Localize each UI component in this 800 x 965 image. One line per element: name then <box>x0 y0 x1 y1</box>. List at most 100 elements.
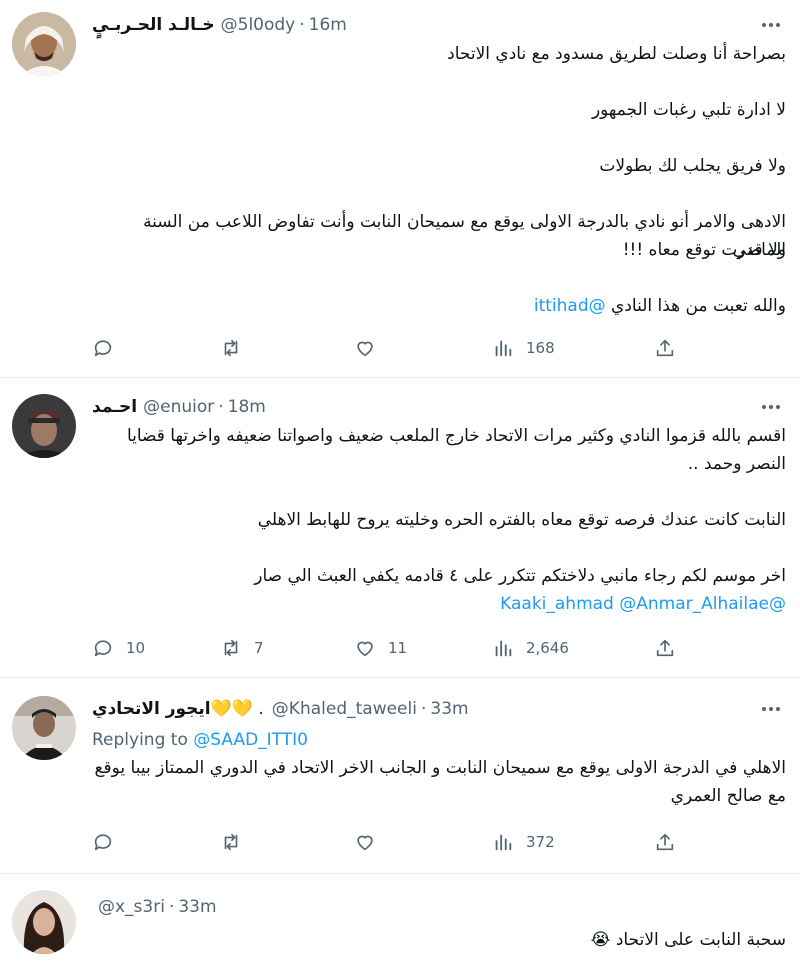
separator-dot: · <box>168 897 175 917</box>
tweet-text: اقسم بالله قزموا النادي وكثير مرات الاتح… <box>92 422 786 618</box>
replying-label: Replying to <box>92 730 188 750</box>
tweet-line <box>92 534 786 562</box>
like-button[interactable]: 11 <box>354 634 407 662</box>
tweet-line <box>92 264 786 292</box>
mention-link[interactable]: @ittihad <box>534 296 606 316</box>
separator-dot: · <box>299 15 305 35</box>
tweet-header: احـمد @enuior · 18m <box>92 394 744 420</box>
reply-icon <box>94 340 112 357</box>
tweet-line: الاهلي في الدرجة الاولى يوقع مع سميحان ا… <box>94 758 786 778</box>
replying-to: Replying to @SAAD_ITTI0 <box>92 726 786 754</box>
like-button[interactable] <box>354 334 388 362</box>
separator-dot: · <box>218 397 224 417</box>
tweet-line <box>92 180 786 208</box>
share-button[interactable] <box>654 828 676 856</box>
share-icon <box>656 639 674 657</box>
tweet-header: خـالـد الحـربـيٍ @5l0ody · 16m <box>92 12 744 38</box>
reply-button[interactable] <box>92 334 126 362</box>
tweet-line-text: والله تعبت من هذا النادي <box>611 296 786 316</box>
tweet-line: النابت كانت عندك فرصه توقع معاه بالفتره … <box>257 510 786 530</box>
tweet[interactable]: @x_s3ri · 33m سحبة النابت على الاتحاد 😭 <box>0 874 800 965</box>
reply-icon <box>94 640 112 657</box>
timestamp[interactable]: 18m <box>228 397 266 417</box>
retweet-icon <box>224 639 238 657</box>
more-icon[interactable] <box>756 13 786 37</box>
replying-handle[interactable]: @SAAD_ITTI0 <box>193 730 308 750</box>
share-button[interactable] <box>654 634 676 662</box>
tweet-header: @x_s3ri · 33m <box>92 894 744 920</box>
reply-button[interactable]: 10 <box>92 634 145 662</box>
display-name[interactable]: احـمد <box>92 397 137 417</box>
tweet-line <box>92 478 786 506</box>
tweet[interactable]: احـمد @enuior · 18m اقسم بالله قزموا الن… <box>0 378 800 678</box>
avatar[interactable] <box>12 890 76 954</box>
views-count: 2,646 <box>526 639 569 657</box>
tweet[interactable]: ايجور الاتحادي 💛💛 . @Khaled_taweeli · 33… <box>0 678 800 874</box>
share-icon <box>656 339 674 357</box>
display-name[interactable]: ايجور الاتحادي <box>92 699 211 719</box>
reply-count: 10 <box>126 639 146 657</box>
views-button[interactable]: 2,646 <box>492 634 569 662</box>
tweet-line: سحبة النابت على الاتحاد 😭 <box>590 930 786 950</box>
handle[interactable]: @x_s3ri <box>98 897 165 917</box>
like-icon <box>357 341 373 357</box>
tweet-line: اخر موسم لكم رجاء مانبي دلاختكم تتكرر عل… <box>254 566 786 586</box>
heart-emoji: 💛💛 . <box>210 699 264 719</box>
reply-button[interactable] <box>92 828 126 856</box>
tweet-line: بصراحة أنا وصلت لطريق مسدود مع نادي الات… <box>447 44 786 64</box>
like-icon <box>357 835 373 851</box>
views-count: 168 <box>526 339 555 357</box>
tweet-text: Replying to @SAAD_ITTI0 الاهلي في الدرجة… <box>92 726 786 810</box>
retweet-icon <box>224 339 238 357</box>
mention-links[interactable]: @Kaaki_ahmad @Anmar_Alhailae <box>92 590 786 618</box>
tweet-line: النصر وحمد .. <box>687 454 786 474</box>
tweet[interactable]: خـالـد الحـربـيٍ @5l0ody · 16m بصراحة أن… <box>0 0 800 378</box>
handle[interactable]: @5l0ody <box>221 15 296 35</box>
retweet-icon <box>224 833 238 851</box>
reply-icon <box>94 834 112 851</box>
avatar-image <box>12 696 76 760</box>
like-icon <box>357 641 373 657</box>
tweet-line: ولا فريق يجلب لك بطولات <box>599 156 786 176</box>
views-count: 372 <box>526 833 555 851</box>
views-icon <box>495 834 512 851</box>
tweet-text: سحبة النابت على الاتحاد 😭 <box>92 926 786 954</box>
timestamp[interactable]: 16m <box>309 15 347 35</box>
tweet-line: والله تعبت من هذا النادي @ittihad <box>92 292 786 320</box>
separator-dot: · <box>420 699 427 719</box>
like-count: 11 <box>388 639 408 657</box>
display-name[interactable]: خـالـد الحـربـيٍ <box>92 15 215 35</box>
retweet-button[interactable] <box>220 334 254 362</box>
tweet-line: الادهى والامر أنو نادي بالدرجة الاولى يو… <box>143 212 786 260</box>
views-button[interactable]: 168 <box>492 334 555 362</box>
tweet-line: مع صالح العمري <box>670 786 786 806</box>
retweet-button[interactable] <box>220 828 254 856</box>
avatar[interactable] <box>12 394 76 458</box>
avatar-image <box>12 394 76 458</box>
handle[interactable]: @enuior <box>143 397 214 417</box>
tweet-line <box>92 124 786 152</box>
avatar-image <box>12 12 76 76</box>
views-icon <box>495 340 512 357</box>
tweet-text: بصراحة أنا وصلت لطريق مسدود مع نادي الات… <box>92 40 786 320</box>
handle[interactable]: @Khaled_taweeli <box>272 699 417 719</box>
retweet-count: 7 <box>254 639 264 657</box>
more-icon[interactable] <box>756 697 786 721</box>
tweet-line <box>92 68 786 96</box>
more-icon[interactable] <box>756 395 786 419</box>
tweet-line: اقسم بالله قزموا النادي وكثير مرات الاتح… <box>126 426 786 446</box>
share-icon <box>656 833 674 851</box>
tweet-line: ولا قدرت توقع معاه !!! <box>622 240 786 260</box>
timestamp[interactable]: 33m <box>178 897 216 917</box>
avatar[interactable] <box>12 12 76 76</box>
retweet-button[interactable]: 7 <box>220 634 264 662</box>
avatar[interactable] <box>12 696 76 760</box>
views-button[interactable]: 372 <box>492 828 555 856</box>
share-button[interactable] <box>654 334 676 362</box>
avatar-image <box>12 890 76 954</box>
timestamp[interactable]: 33m <box>430 699 468 719</box>
tweet-line: لا ادارة تلبي رغبات الجمهور <box>591 100 786 120</box>
views-icon <box>495 640 512 657</box>
tweet-header: ايجور الاتحادي 💛💛 . @Khaled_taweeli · 33… <box>92 696 744 722</box>
like-button[interactable] <box>354 828 388 856</box>
